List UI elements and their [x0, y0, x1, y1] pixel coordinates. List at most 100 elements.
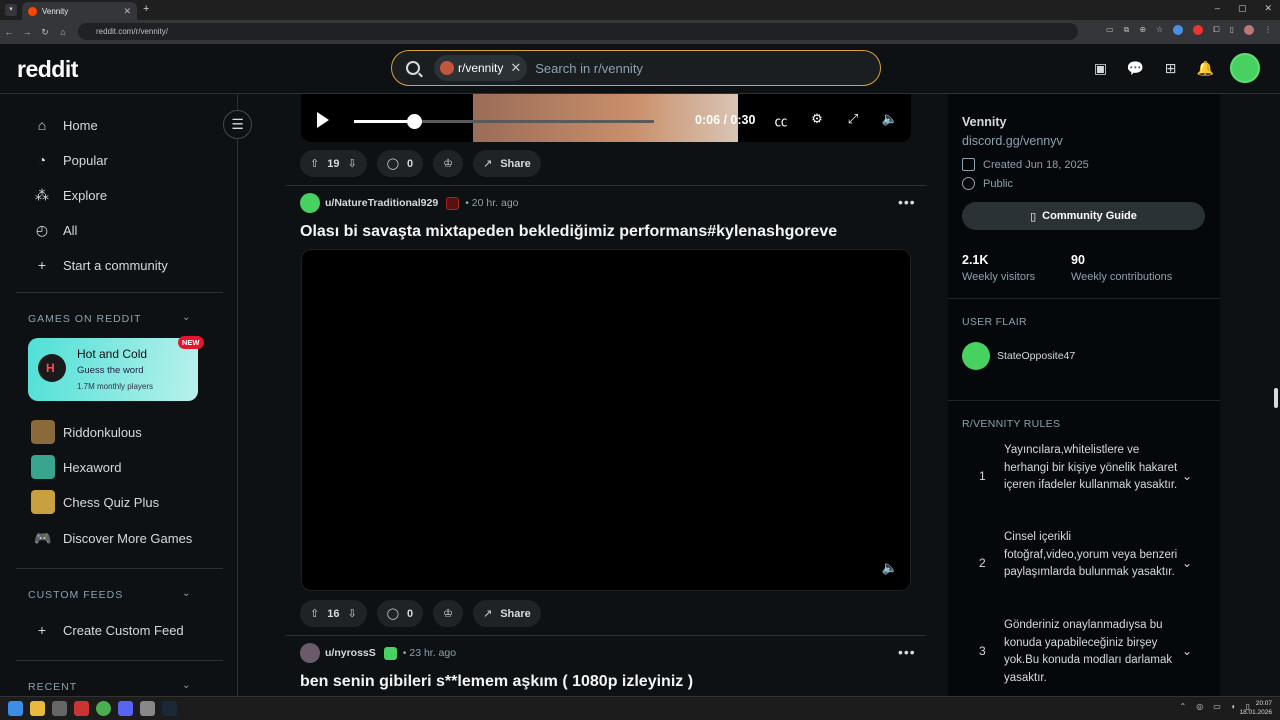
headset-icon[interactable]: ◎: [1196, 702, 1203, 711]
share-button[interactable]: ↗ Share: [473, 600, 541, 627]
award-button[interactable]: ♔: [433, 150, 463, 177]
translate-icon[interactable]: ⧉: [1124, 25, 1130, 35]
tab-search-button[interactable]: ▾: [5, 4, 17, 16]
video-player[interactable]: 🔈: [301, 249, 911, 591]
back-icon[interactable]: ←: [0, 27, 18, 37]
zoom-icon[interactable]: ⊕: [1139, 25, 1146, 35]
user-flair-row[interactable]: StateOpposite47: [962, 342, 1075, 370]
sidebar-item-explore[interactable]: ⁂ Explore: [33, 186, 107, 204]
custom-feeds-title[interactable]: CUSTOM FEEDS: [28, 589, 123, 601]
chrome-icon[interactable]: [96, 701, 111, 716]
app-icon[interactable]: [52, 701, 67, 716]
sidebar-item-home[interactable]: ⌂ Home: [33, 116, 98, 134]
sidebar-icon[interactable]: ▯: [1230, 25, 1234, 35]
downvote-icon[interactable]: ⇩: [347, 157, 356, 170]
recent-title[interactable]: RECENT: [28, 681, 77, 693]
maximize-button[interactable]: ▢: [1238, 3, 1247, 14]
chevron-down-icon[interactable]: ⌄: [1182, 644, 1192, 658]
create-custom-feed[interactable]: + Create Custom Feed: [33, 621, 184, 639]
browser-tab[interactable]: Vennity ✕: [22, 2, 137, 20]
community-chip[interactable]: r/vennity ✕: [434, 55, 528, 81]
community-icon: [440, 61, 454, 75]
game-item-chess-quiz-plus[interactable]: Chess Quiz Plus: [31, 490, 159, 514]
volume-icon[interactable]: 🔈: [881, 111, 899, 127]
url-field[interactable]: reddit.com/r/vennity/: [78, 23, 1078, 40]
chevron-down-icon[interactable]: ⌄: [182, 312, 190, 323]
community-guide-button[interactable]: ▯ Community Guide: [962, 202, 1205, 230]
scrollbar-thumb[interactable]: [1274, 388, 1278, 408]
post-title[interactable]: Olası bi savaşta mixtapeden beklediğimiz…: [300, 223, 837, 241]
file-explorer-icon[interactable]: [30, 701, 45, 716]
extension-icon[interactable]: [1193, 25, 1204, 35]
extensions-puzzle-icon[interactable]: ⧠: [1213, 25, 1219, 35]
menu-kebab-icon[interactable]: ⋮: [1264, 25, 1272, 35]
sidebar-item-popular[interactable]: ◔ Popular: [33, 151, 108, 169]
notifications-bell-icon[interactable]: 🔔: [1195, 58, 1216, 79]
video-player[interactable]: 0:06 / 0:30 ㏄ ⚙ ⤢ 🔈: [301, 94, 911, 142]
settings-gear-icon[interactable]: ⚙: [808, 111, 826, 127]
upvote-icon[interactable]: ⇧: [310, 607, 319, 620]
reload-icon[interactable]: ↻: [36, 27, 54, 38]
extension-icon[interactable]: [1173, 25, 1184, 35]
chip-close-icon[interactable]: ✕: [510, 60, 521, 76]
game-item-hexaword[interactable]: Hexaword: [31, 455, 122, 479]
create-post-icon[interactable]: ⊞: [1160, 58, 1181, 79]
post-title[interactable]: ben senin gibileri s**lemem aşkım ( 1080…: [300, 673, 693, 691]
sidebar-item-all[interactable]: ◴ All: [33, 221, 78, 239]
downvote-icon[interactable]: ⇩: [347, 607, 356, 620]
new-tab-button[interactable]: +: [143, 3, 149, 15]
more-options-button[interactable]: •••: [898, 644, 916, 660]
steam-icon[interactable]: [162, 701, 177, 716]
game-item-riddonkulous[interactable]: Riddonkulous: [31, 420, 142, 444]
chevron-down-icon[interactable]: ⌄: [182, 588, 190, 599]
comments-button[interactable]: ◯ 0: [376, 150, 424, 177]
chevron-down-icon[interactable]: ⌄: [1182, 556, 1192, 570]
fullscreen-icon[interactable]: ⤢: [844, 111, 862, 127]
cast-icon[interactable]: ▭: [1106, 25, 1114, 35]
play-icon[interactable]: [317, 112, 329, 128]
close-window-button[interactable]: ✕: [1264, 3, 1272, 14]
bookmark-star-icon[interactable]: ☆: [1156, 25, 1163, 35]
share-button[interactable]: ↗ Share: [473, 150, 541, 177]
windows-start-icon[interactable]: [8, 701, 23, 716]
minimize-button[interactable]: –: [1215, 3, 1220, 14]
system-clock[interactable]: 20:07 18.01.2026: [1239, 699, 1272, 717]
collapse-sidebar-button[interactable]: ☰: [223, 110, 252, 139]
comments-button[interactable]: ◯ 0: [376, 600, 424, 627]
network-icon[interactable]: ▭: [1213, 702, 1221, 711]
app-icon[interactable]: [74, 701, 89, 716]
user-avatar[interactable]: [300, 643, 320, 663]
sidebar-item-start-community[interactable]: + Start a community: [33, 256, 168, 274]
forward-icon[interactable]: →: [18, 27, 36, 37]
profile-icon[interactable]: [1244, 25, 1254, 35]
home-browser-icon[interactable]: ⌂: [54, 27, 72, 37]
reddit-logo[interactable]: reddit: [17, 56, 78, 83]
games-section-title[interactable]: GAMES ON REDDIT: [28, 313, 142, 325]
search-input[interactable]: Search in r/vennity: [535, 61, 643, 76]
more-options-button[interactable]: •••: [898, 194, 916, 210]
captions-icon[interactable]: ㏄: [772, 111, 790, 130]
user-avatar[interactable]: [1230, 53, 1260, 83]
tab-close-icon[interactable]: ✕: [123, 6, 131, 17]
seek-handle[interactable]: [407, 114, 422, 129]
chat-icon[interactable]: 💬: [1125, 58, 1146, 79]
featured-game-card[interactable]: Hot and Cold Guess the word 1.7M monthly…: [28, 338, 198, 401]
post-author[interactable]: u/NatureTraditional929: [325, 197, 438, 209]
chevron-down-icon[interactable]: ⌄: [182, 680, 190, 691]
community-link[interactable]: discord.gg/vennyv: [962, 134, 1063, 148]
volume-icon[interactable]: 🔈: [882, 560, 898, 576]
settings-gear-icon[interactable]: [140, 701, 155, 716]
chevron-down-icon[interactable]: ⌄: [1182, 469, 1192, 483]
award-button[interactable]: ♔: [433, 600, 463, 627]
page-scrollbar[interactable]: [1272, 94, 1280, 696]
upvote-icon[interactable]: ⇧: [310, 157, 319, 170]
advertise-icon[interactable]: ▣: [1090, 58, 1111, 79]
discord-icon[interactable]: [118, 701, 133, 716]
user-avatar[interactable]: [300, 193, 320, 213]
volume-icon[interactable]: ◖: [1231, 702, 1236, 711]
tray-chevron-icon[interactable]: ⌃: [1180, 702, 1187, 711]
game-item-discover-more[interactable]: 🎮 Discover More Games: [31, 526, 192, 550]
post-author[interactable]: u/nyrossS: [325, 647, 376, 659]
seek-bar[interactable]: [354, 114, 654, 129]
search-bar[interactable]: r/vennity ✕ Search in r/vennity: [391, 50, 881, 86]
